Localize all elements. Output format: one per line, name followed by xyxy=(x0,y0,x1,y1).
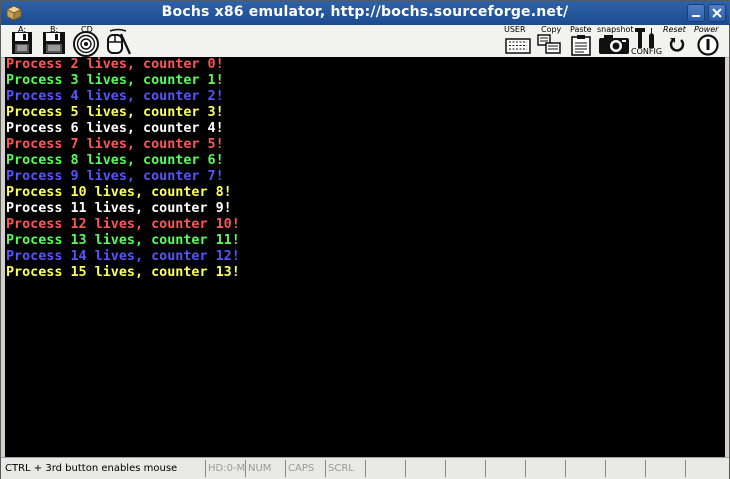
cdrom-button[interactable]: CD xyxy=(71,25,101,57)
floppy-a-button[interactable]: A: xyxy=(9,25,33,57)
reset-label: Reset xyxy=(663,25,686,34)
cdrom-icon xyxy=(73,31,99,57)
console-line: Process 13 lives, counter 11! xyxy=(6,233,240,248)
status-hint: CTRL + 3rd button enables mouse xyxy=(5,463,178,474)
reset-button[interactable]: Reset xyxy=(663,25,693,57)
status-empty-cell xyxy=(685,460,727,477)
status-empty-cell xyxy=(485,460,525,477)
mouse-toggle-button[interactable] xyxy=(104,25,132,57)
status-empty-cell xyxy=(525,460,565,477)
paste-button[interactable]: Paste xyxy=(567,25,595,57)
window-title: Bochs x86 emulator, http://bochs.sourcef… xyxy=(161,4,569,20)
config-label: CONFIG xyxy=(631,47,663,56)
reset-icon xyxy=(669,38,685,52)
floppy-icon xyxy=(43,32,65,54)
keyboard-icon xyxy=(505,38,531,54)
status-hd: HD:0-M xyxy=(205,460,245,477)
emulator-screen[interactable]: Process 2 lives, counter 0! Process 3 liv… xyxy=(5,57,725,457)
power-button[interactable]: Power xyxy=(694,25,727,57)
console-line: Process 9 lives, counter 7! xyxy=(6,169,224,184)
console-line: Process 11 lives, counter 9! xyxy=(6,201,232,216)
status-empty-cell xyxy=(405,460,445,477)
console-line: Process 7 lives, counter 5! xyxy=(6,137,224,152)
console-line: Process 14 lives, counter 12! xyxy=(6,249,240,264)
status-caps: CAPS xyxy=(285,460,325,477)
user-label: USER xyxy=(504,25,526,34)
minimize-icon xyxy=(692,15,700,17)
snapshot-button[interactable]: snapshot xyxy=(597,25,634,57)
config-button[interactable]: CONFIG xyxy=(631,25,663,57)
status-empty-cell xyxy=(605,460,645,477)
status-empty-cell xyxy=(445,460,485,477)
status-bar: CTRL + 3rd button enables mouse HD:0-M N… xyxy=(1,457,729,479)
console-line: Process 12 lives, counter 10! xyxy=(6,217,240,232)
console-line: Process 5 lives, counter 3! xyxy=(6,105,224,120)
copy-icon xyxy=(537,34,561,54)
status-num: NUM xyxy=(245,460,285,477)
console-line: Process 4 lives, counter 2! xyxy=(6,89,224,104)
bochs-window: Bochs x86 emulator, http://bochs.sourcef… xyxy=(0,0,730,479)
console-line: Process 10 lives, counter 8! xyxy=(6,185,232,200)
title-bar[interactable]: Bochs x86 emulator, http://bochs.sourcef… xyxy=(1,1,729,25)
console-line: Process 8 lives, counter 6! xyxy=(6,153,224,168)
console-line: Process 3 lives, counter 1! xyxy=(6,73,224,88)
power-label: Power xyxy=(694,25,719,34)
user-button[interactable]: USER xyxy=(501,25,533,57)
console-line: Process 15 lives, counter 13! xyxy=(6,265,240,280)
close-icon xyxy=(712,8,722,18)
copy-button[interactable]: Copy xyxy=(536,25,564,57)
status-empty-cell xyxy=(645,460,685,477)
power-icon xyxy=(697,34,719,56)
mouse-icon xyxy=(107,28,132,55)
floppy-b-button[interactable]: B: xyxy=(40,25,66,57)
paste-icon xyxy=(571,35,591,56)
status-empty-cell xyxy=(565,460,605,477)
paste-label: Paste xyxy=(570,25,592,34)
floppy-icon xyxy=(12,32,32,54)
console-line: Process 2 lives, counter 0! xyxy=(6,57,224,72)
status-empty-cell xyxy=(365,460,405,477)
close-button[interactable] xyxy=(708,4,726,22)
minimize-button[interactable] xyxy=(687,4,705,22)
toolbar: A: B: CD USER Copy Paste snapshot CONFIG… xyxy=(1,25,729,58)
status-scrl: SCRL xyxy=(325,460,365,477)
camera-icon xyxy=(599,35,629,54)
wrench-icon xyxy=(635,28,654,48)
console-line: Process 6 lives, counter 4! xyxy=(6,121,224,136)
